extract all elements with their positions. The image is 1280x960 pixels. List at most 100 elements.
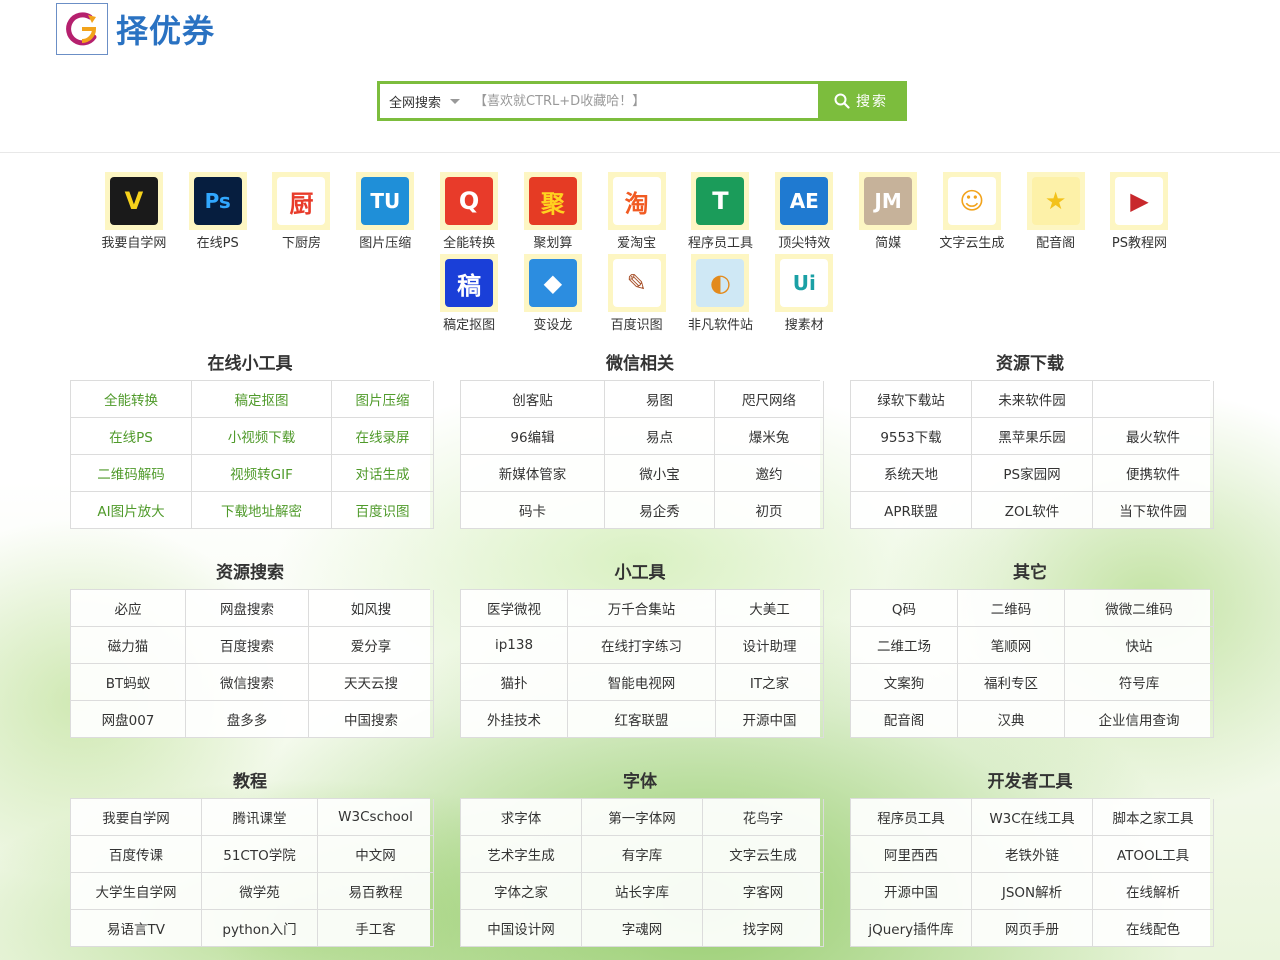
link-cell[interactable]: 易语言TV <box>71 910 202 947</box>
link-cell[interactable]: 绿软下载站 <box>851 381 972 418</box>
link-cell[interactable]: 手工客 <box>318 910 434 947</box>
search-button[interactable]: 搜索 <box>818 84 904 118</box>
link-cell[interactable]: 爆米兔 <box>715 418 824 455</box>
link-cell[interactable]: AI图片放大 <box>71 492 192 529</box>
link-cell[interactable]: 图片压缩 <box>332 381 434 418</box>
link-cell[interactable]: 智能电视网 <box>568 664 716 701</box>
link-cell[interactable]: 创客贴 <box>461 381 605 418</box>
link-cell[interactable]: 小视频下载 <box>192 418 332 455</box>
app-item[interactable]: Q 全能转换 <box>427 172 511 254</box>
link-cell[interactable]: 盘多多 <box>186 701 309 738</box>
link-cell[interactable]: 猫扑 <box>461 664 568 701</box>
link-cell[interactable]: 花鸟字 <box>703 799 824 836</box>
link-cell[interactable]: Q码 <box>851 590 958 627</box>
link-cell[interactable]: 百度识图 <box>332 492 434 529</box>
link-cell[interactable]: 新媒体管家 <box>461 455 605 492</box>
link-cell[interactable]: 符号库 <box>1065 664 1214 701</box>
link-cell[interactable]: 咫尺网络 <box>715 381 824 418</box>
link-cell[interactable]: 初页 <box>715 492 824 529</box>
link-cell[interactable]: 在线PS <box>71 418 192 455</box>
link-cell[interactable]: 脚本之家工具 <box>1093 799 1214 836</box>
link-cell[interactable]: 汉典 <box>958 701 1065 738</box>
link-cell[interactable]: 外挂技术 <box>461 701 568 738</box>
link-cell[interactable]: 微学苑 <box>202 873 318 910</box>
link-cell[interactable]: 易图 <box>605 381 715 418</box>
link-cell[interactable]: 网页手册 <box>972 910 1093 947</box>
link-cell[interactable]: 全能转换 <box>71 381 192 418</box>
link-cell[interactable]: 在线配色 <box>1093 910 1214 947</box>
link-cell[interactable]: 黑苹果乐园 <box>972 418 1093 455</box>
link-cell[interactable]: 在线解析 <box>1093 873 1214 910</box>
link-cell[interactable]: 文案狗 <box>851 664 958 701</box>
link-cell[interactable]: 便携软件 <box>1093 455 1214 492</box>
link-cell[interactable]: 磁力猫 <box>71 627 186 664</box>
link-cell[interactable]: 必应 <box>71 590 186 627</box>
link-cell[interactable]: 网盘007 <box>71 701 186 738</box>
link-cell[interactable]: 二维码解码 <box>71 455 192 492</box>
link-cell[interactable]: 站长字库 <box>582 873 703 910</box>
app-item[interactable]: ★ 配音阁 <box>1014 172 1098 254</box>
link-cell[interactable]: 百度搜索 <box>186 627 309 664</box>
link-cell[interactable]: 网盘搜索 <box>186 590 309 627</box>
app-item[interactable]: ◐ 非凡软件站 <box>679 254 763 336</box>
link-cell[interactable]: 程序员工具 <box>851 799 972 836</box>
link-cell[interactable]: 文字云生成 <box>703 836 824 873</box>
link-cell[interactable]: 稿定抠图 <box>192 381 332 418</box>
link-cell[interactable]: 96编辑 <box>461 418 605 455</box>
link-cell[interactable]: 笔顺网 <box>958 627 1065 664</box>
link-cell[interactable]: 艺术字生成 <box>461 836 582 873</box>
app-item[interactable]: Ps 在线PS <box>176 172 260 254</box>
link-cell[interactable]: PS家园网 <box>972 455 1093 492</box>
link-cell[interactable]: 中文网 <box>318 836 434 873</box>
app-item[interactable]: 淘爱淘宝 <box>595 172 679 254</box>
link-cell[interactable]: 微微二维码 <box>1065 590 1214 627</box>
link-cell[interactable]: 老铁外链 <box>972 836 1093 873</box>
link-cell[interactable]: 视频转GIF <box>192 455 332 492</box>
link-cell[interactable]: 中国设计网 <box>461 910 582 947</box>
app-item[interactable]: AE 顶尖特效 <box>762 172 846 254</box>
app-item[interactable]: V 我要自学网 <box>92 172 176 254</box>
site-logo[interactable]: 择优券 <box>56 2 231 56</box>
link-cell[interactable]: 未来软件园 <box>972 381 1093 418</box>
link-cell[interactable]: 红客联盟 <box>568 701 716 738</box>
link-cell[interactable]: jQuery插件库 <box>851 910 972 947</box>
link-cell[interactable]: 配音阁 <box>851 701 958 738</box>
link-cell[interactable]: 微小宝 <box>605 455 715 492</box>
link-cell[interactable]: 易企秀 <box>605 492 715 529</box>
link-cell[interactable]: 邀约 <box>715 455 824 492</box>
link-cell[interactable]: 字客网 <box>703 873 824 910</box>
link-cell[interactable]: 码卡 <box>461 492 605 529</box>
app-item[interactable]: ◆ 变设龙 <box>511 254 595 336</box>
link-cell[interactable]: JSON解析 <box>972 873 1093 910</box>
search-scope-select[interactable]: 全网搜索 <box>380 84 468 118</box>
link-cell[interactable]: 下载地址解密 <box>192 492 332 529</box>
link-cell[interactable]: 对话生成 <box>332 455 434 492</box>
link-cell[interactable]: 大学生自学网 <box>71 873 202 910</box>
app-item[interactable]: T 程序员工具 <box>679 172 763 254</box>
link-cell[interactable]: 二维码 <box>958 590 1065 627</box>
link-cell[interactable]: W3C在线工具 <box>972 799 1093 836</box>
link-cell[interactable]: ip138 <box>461 627 568 664</box>
app-item[interactable]: JM 简媒 <box>846 172 930 254</box>
link-cell[interactable]: W3Cschool <box>318 799 434 836</box>
link-cell[interactable]: IT之家 <box>716 664 824 701</box>
link-cell[interactable]: 阿里西西 <box>851 836 972 873</box>
link-cell[interactable]: ZOL软件 <box>972 492 1093 529</box>
link-cell[interactable]: 开源中国 <box>716 701 824 738</box>
link-cell[interactable]: 求字体 <box>461 799 582 836</box>
link-cell[interactable]: 系统天地 <box>851 455 972 492</box>
link-cell[interactable]: 快站 <box>1065 627 1214 664</box>
link-cell[interactable]: 在线打字练习 <box>568 627 716 664</box>
link-cell[interactable]: 有字库 <box>582 836 703 873</box>
link-cell[interactable]: 福利专区 <box>958 664 1065 701</box>
link-cell[interactable]: 大美工 <box>716 590 824 627</box>
link-cell[interactable]: 第一字体网 <box>582 799 703 836</box>
link-cell[interactable]: 当下软件园 <box>1093 492 1214 529</box>
link-cell[interactable]: 爱分享 <box>309 627 434 664</box>
link-cell[interactable]: 我要自学网 <box>71 799 202 836</box>
link-cell[interactable]: 在线录屏 <box>332 418 434 455</box>
app-item[interactable]: 聚聚划算 <box>511 172 595 254</box>
link-cell[interactable]: 字魂网 <box>582 910 703 947</box>
link-cell[interactable]: 开源中国 <box>851 873 972 910</box>
link-cell[interactable]: 易点 <box>605 418 715 455</box>
